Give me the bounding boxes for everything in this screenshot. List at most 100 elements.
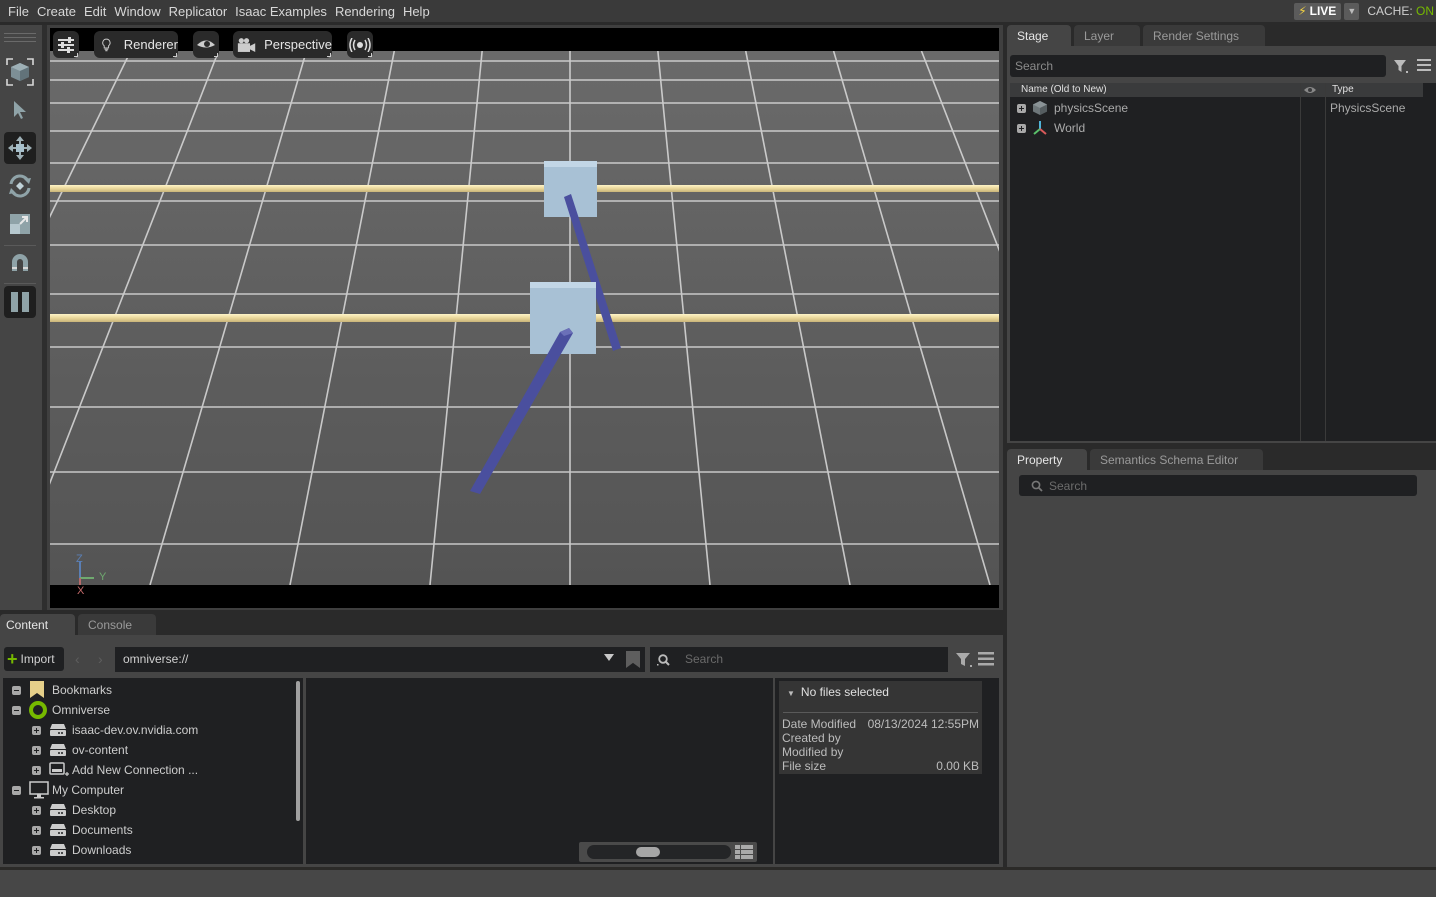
tab-content[interactable]: Content — [0, 614, 75, 635]
movie-camera-icon — [237, 37, 256, 52]
collapse-icon[interactable] — [12, 685, 21, 695]
expand-icon[interactable] — [1017, 103, 1026, 113]
move-tool-button[interactable] — [4, 132, 36, 164]
path-input[interactable]: omniverse:// — [115, 647, 645, 672]
list-view-icon[interactable] — [735, 845, 753, 859]
menu-replicator[interactable]: Replicator — [165, 4, 232, 19]
detail-value: 0.00 KB — [936, 759, 979, 773]
live-status-area: ⚡ LIVE ▼ CACHE: ON — [1294, 0, 1436, 22]
menu-help[interactable]: Help — [399, 4, 434, 19]
3d-scene[interactable] — [50, 51, 999, 585]
expand-icon[interactable] — [32, 745, 41, 755]
select-mode-button[interactable] — [4, 56, 36, 88]
back-button[interactable]: ‹ — [75, 651, 80, 667]
menu-file[interactable]: File — [4, 4, 33, 19]
content-tree-item[interactable]: Desktop — [32, 800, 116, 820]
details-header[interactable]: ▼ No files selected — [787, 685, 889, 699]
stage-filter-button[interactable] — [1393, 58, 1409, 77]
tab-layer[interactable]: Layer — [1074, 25, 1140, 46]
tree-scrollbar[interactable] — [296, 681, 300, 821]
camera-button[interactable]: Perspective — [233, 31, 332, 58]
select-tool-button[interactable] — [4, 94, 36, 126]
forward-button[interactable]: › — [98, 651, 103, 667]
rotate-tool-button[interactable] — [4, 170, 36, 202]
tab-render-settings[interactable]: Render Settings — [1143, 25, 1265, 46]
slider-thumb[interactable] — [636, 847, 660, 857]
drive-icon — [49, 803, 69, 817]
expand-icon[interactable] — [32, 845, 41, 855]
detail-modified-by: Modified by — [782, 745, 979, 759]
content-tabs: Content Console — [0, 614, 159, 635]
live-button[interactable]: ⚡ LIVE — [1294, 2, 1342, 20]
stage-row-physicsscene[interactable]: physicsScene PhysicsScene — [1010, 98, 1423, 118]
tab-console[interactable]: Console — [78, 614, 156, 635]
tab-property[interactable]: Property — [1007, 449, 1087, 470]
chevron-right-icon: › — [98, 651, 103, 667]
details-title: No files selected — [800, 685, 889, 699]
broadcast-button[interactable] — [347, 31, 373, 58]
file-list-pane[interactable] — [306, 678, 773, 864]
lightning-bolt-icon: ⚡ — [1298, 4, 1307, 18]
import-button[interactable]: + Import — [4, 647, 64, 671]
content-tree-item[interactable]: Bookmarks — [12, 680, 112, 700]
viewport-settings-button[interactable] — [53, 31, 79, 58]
hamburger-menu-icon — [978, 652, 994, 666]
collapse-triangle-icon: ▼ — [787, 689, 795, 698]
expand-icon[interactable] — [32, 825, 41, 835]
thumbnail-size-slider[interactable] — [579, 842, 757, 862]
tab-semantics-schema-editor[interactable]: Semantics Schema Editor — [1090, 449, 1263, 470]
content-tree-item[interactable]: My Computer — [12, 780, 124, 800]
stage-row-world[interactable]: World — [1010, 118, 1423, 138]
visibility-column-eye-icon[interactable] — [1303, 85, 1317, 95]
search-icon — [657, 654, 670, 666]
detail-value: 08/13/2024 12:55PM — [867, 717, 979, 731]
collapse-icon[interactable] — [12, 705, 21, 715]
collapse-icon[interactable] — [12, 785, 21, 795]
stage-row-name: physicsScene — [1054, 101, 1129, 115]
menu-isaac-examples[interactable]: Isaac Examples — [231, 4, 331, 19]
expand-icon[interactable] — [32, 805, 41, 815]
viewport-toolbar: Renderer Perspective — [50, 28, 999, 62]
toolbar-grip-handle[interactable] — [4, 33, 36, 45]
expand-icon[interactable] — [32, 725, 41, 735]
lightbulb-icon — [102, 38, 111, 51]
expand-icon[interactable] — [1017, 123, 1026, 133]
renderer-button[interactable]: Renderer — [94, 31, 178, 58]
menu-window[interactable]: Window — [110, 4, 164, 19]
cache-label: CACHE: — [1367, 4, 1413, 18]
tab-stage[interactable]: Stage — [1007, 25, 1071, 46]
live-dropdown-button[interactable]: ▼ — [1344, 2, 1360, 20]
content-filter-button[interactable] — [955, 651, 973, 671]
pause-button[interactable] — [4, 286, 36, 318]
detail-date-modified: Date Modified 08/13/2024 12:55PM — [782, 717, 979, 731]
expand-icon[interactable] — [32, 765, 41, 775]
server-drive-icon — [49, 743, 69, 757]
menu-create[interactable]: Create — [33, 4, 80, 19]
content-tree-label: ov-content — [72, 743, 129, 757]
content-tree-item[interactable]: Omniverse — [12, 700, 110, 720]
stage-options-button[interactable] — [1417, 58, 1431, 75]
visibility-button[interactable] — [193, 31, 219, 58]
file-details-pane: ▼ No files selected Date Modified 08/13/20… — [775, 678, 999, 864]
property-search-input[interactable]: Search — [1019, 475, 1417, 496]
property-panel: Property Semantics Schema Editor Search — [1007, 449, 1436, 870]
content-tree-item[interactable]: Downloads — [32, 840, 131, 860]
content-tree-item[interactable]: Documents — [32, 820, 133, 840]
column-header-type[interactable]: Type — [1332, 84, 1354, 95]
content-tree-item[interactable]: ov-content — [32, 740, 128, 760]
stage-search-input[interactable]: Search — [1010, 55, 1386, 77]
content-options-button[interactable] — [978, 652, 994, 669]
viewport[interactable]: Renderer Perspective Z Y X — [50, 28, 999, 608]
detail-created-by: Created by — [782, 731, 979, 745]
content-search-input[interactable]: Search — [650, 647, 948, 672]
content-tree-item[interactable]: Add New Connection ... — [32, 760, 198, 780]
path-dropdown-icon[interactable] — [604, 654, 614, 661]
menu-rendering[interactable]: Rendering — [331, 4, 399, 19]
cache-state: ON — [1416, 4, 1434, 18]
scale-tool-button[interactable] — [4, 208, 36, 240]
snap-toggle-button[interactable] — [4, 247, 36, 279]
column-header-name[interactable]: Name (Old to New) — [1021, 84, 1107, 95]
content-tree-item[interactable]: isaac-dev.ov.nvidia.com — [32, 720, 198, 740]
menu-edit[interactable]: Edit — [80, 4, 110, 19]
detail-key: File size — [782, 759, 827, 773]
